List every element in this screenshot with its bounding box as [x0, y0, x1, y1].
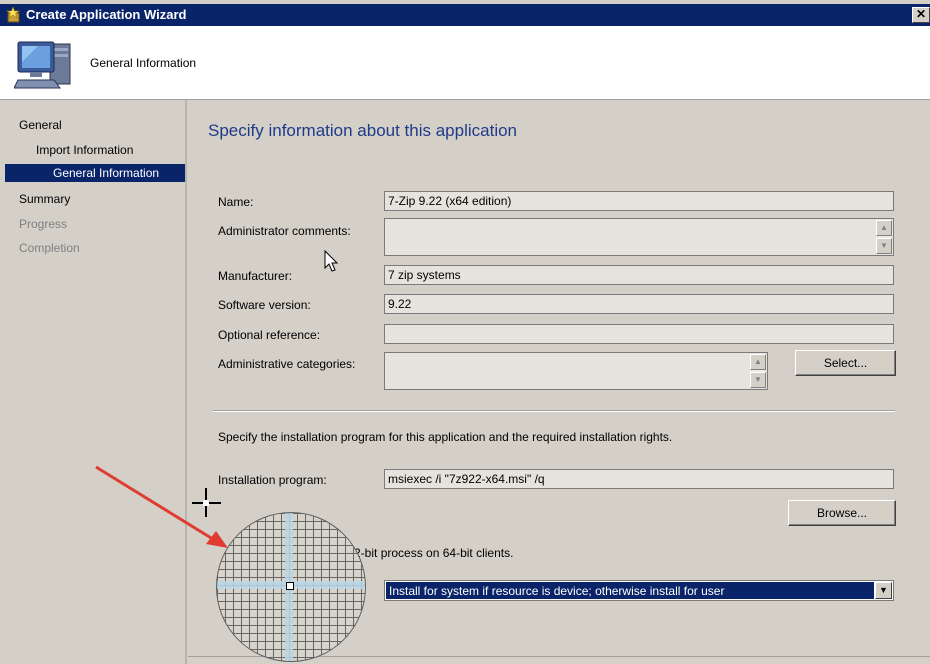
section-divider [213, 410, 895, 412]
scroll-down-icon[interactable]: ▼ [876, 238, 892, 254]
software-version-label: Software version: [218, 298, 311, 312]
chevron-down-icon[interactable]: ▼ [875, 582, 892, 599]
manufacturer-field[interactable]: 7 zip systems [384, 265, 894, 285]
admin-comments-label: Administrator comments: [218, 224, 351, 238]
wizard-icon [6, 7, 20, 23]
computer-icon [14, 41, 71, 89]
wizard-header: General Information [0, 26, 930, 100]
software-version-field[interactable]: 9.22 [384, 294, 894, 314]
name-label: Name: [218, 195, 254, 209]
optional-reference-label: Optional reference: [218, 328, 321, 342]
wizard-sidebar: General Import Information General Infor… [0, 100, 187, 664]
magnifier-lens [216, 512, 366, 662]
sidebar-item-label: General Information [53, 166, 160, 180]
name-field[interactable]: 7-Zip 9.22 (x64 edition) [384, 191, 894, 211]
install-behavior-value: Install for system if resource is device… [386, 582, 874, 599]
admin-categories-scrollbar[interactable]: ▲ ▼ [750, 354, 766, 388]
window-title: Create Application Wizard [26, 7, 187, 22]
close-button[interactable]: ✕ [912, 7, 930, 23]
manufacturer-label: Manufacturer: [218, 269, 293, 283]
scroll-down-icon[interactable]: ▼ [750, 372, 766, 388]
admin-categories-label: Administrative categories: [218, 357, 356, 371]
sidebar-item-completion: Completion [19, 241, 80, 255]
page-title: Specify information about this applicati… [208, 121, 518, 140]
admin-comments-scrollbar[interactable]: ▲ ▼ [876, 220, 892, 254]
admin-comments-field[interactable]: ▲ ▼ [384, 218, 894, 256]
installation-program-label: Installation program: [218, 473, 327, 487]
browse-button[interactable]: Browse... [788, 500, 896, 526]
close-icon: ✕ [915, 7, 927, 21]
admin-categories-field[interactable]: ▲ ▼ [384, 352, 768, 390]
crosshair-cursor-icon [192, 488, 221, 517]
sidebar-item-progress: Progress [19, 217, 68, 231]
magnifier-center-pixel [286, 582, 294, 590]
select-categories-button[interactable]: Select... [795, 350, 896, 376]
install-behavior-select[interactable]: Install for system if resource is device… [384, 580, 894, 601]
scroll-up-icon[interactable]: ▲ [876, 220, 892, 236]
installation-program-field[interactable]: msiexec /i "7z922-x64.msi" /q [384, 469, 894, 489]
sidebar-item-general[interactable]: General [19, 118, 62, 132]
sidebar-item-import-information[interactable]: Import Information [36, 143, 133, 157]
mouse-pointer-icon [324, 249, 339, 272]
title-bar[interactable]: Create Application Wizard ✕ [0, 4, 930, 26]
sidebar-item-general-information[interactable]: General Information [5, 164, 185, 182]
install-instructions: Specify the installation program for thi… [218, 430, 673, 444]
sidebar-item-summary[interactable]: Summary [19, 192, 70, 206]
header-title: General Information [90, 56, 197, 70]
optional-reference-field[interactable] [384, 324, 894, 344]
scroll-up-icon[interactable]: ▲ [750, 354, 766, 370]
